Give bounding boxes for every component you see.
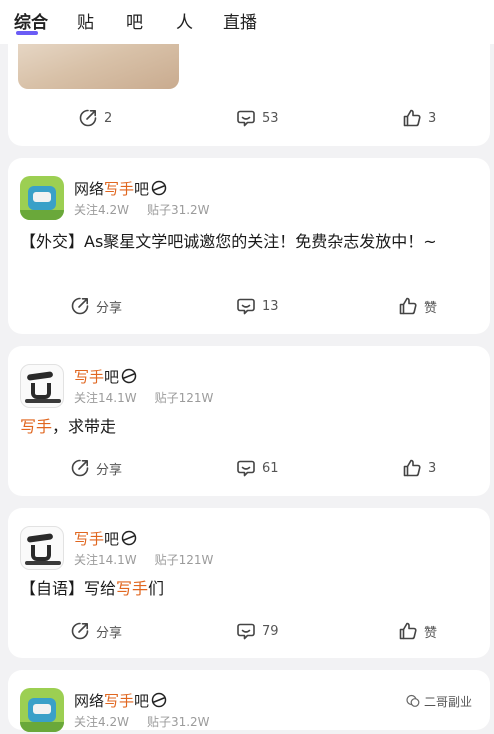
post-content[interactable]: 【外交】As聚星文学吧诚邀您的关注！免费杂志发放中！~ <box>20 229 478 255</box>
bar-name-suffix: 吧 <box>134 692 150 710</box>
content-text-end: 们 <box>148 579 165 598</box>
post-actions: 分享 79 赞 <box>8 619 490 643</box>
content-text: 【自语】写给 <box>20 579 117 598</box>
tab-live[interactable]: 直播 <box>223 8 257 33</box>
post-count: 贴子121W <box>154 553 214 567</box>
like-count: 3 <box>428 460 437 476</box>
like-label: 赞 <box>424 300 438 316</box>
post-card[interactable]: 写手吧 关注14.1W 贴子121W 写手，求带走 分享 61 3 <box>8 346 490 496</box>
share-icon <box>70 458 90 478</box>
comment-button[interactable]: 13 <box>236 294 279 318</box>
active-tab-indicator <box>16 31 38 35</box>
watermark-text: 二哥副业 <box>424 694 473 709</box>
follower-count: 关注4.2W <box>74 203 129 217</box>
verified-icon <box>121 368 137 384</box>
thumbs-up-icon <box>398 296 418 316</box>
content-highlight: 写手 <box>116 579 149 598</box>
watermark: 二哥副业 <box>400 690 479 712</box>
bar-stats: 关注14.1W 贴子121W <box>74 389 213 406</box>
content-highlight: 写手 <box>20 417 53 436</box>
tab-comprehensive[interactable]: 综合 <box>14 8 48 33</box>
post-actions: 分享 61 3 <box>8 456 490 480</box>
wechat-icon <box>406 694 420 707</box>
post-count: 贴子31.2W <box>146 715 210 729</box>
like-button[interactable]: 3 <box>402 456 436 480</box>
comment-icon <box>236 458 256 478</box>
verified-icon <box>121 530 137 546</box>
share-icon <box>78 108 98 128</box>
bar-name-prefix: 网络 <box>74 692 105 710</box>
comment-count: 61 <box>262 460 279 476</box>
bar-avatar[interactable] <box>20 526 64 570</box>
bar-name-highlight: 写手 <box>104 180 135 198</box>
tab-posts[interactable]: 贴 <box>77 8 94 33</box>
verified-icon <box>151 692 167 708</box>
tab-bars[interactable]: 吧 <box>126 8 143 33</box>
post-count: 贴子121W <box>154 391 214 405</box>
comment-count: 79 <box>262 623 279 639</box>
content-text: ，求带走 <box>52 417 117 436</box>
thumbs-up-icon <box>402 458 422 478</box>
bar-stats: 关注14.1W 贴子121W <box>74 551 213 568</box>
bar-stats: 关注4.2W 贴子31.2W <box>74 201 210 218</box>
post-card[interactable]: 写手吧 关注14.1W 贴子121W 【自语】写给写手们 分享 79 赞 <box>8 508 490 658</box>
bar-name-highlight: 写手 <box>74 368 105 386</box>
like-button[interactable]: 3 <box>402 106 436 130</box>
share-button[interactable]: 分享 <box>70 294 122 318</box>
bar-name-suffix: 吧 <box>134 180 150 198</box>
bar-name[interactable]: 写手吧 <box>74 528 137 549</box>
post-count: 贴子31.2W <box>146 203 210 217</box>
thumbs-up-icon <box>398 621 418 641</box>
share-label: 分享 <box>96 625 123 641</box>
comment-button[interactable]: 53 <box>236 106 279 130</box>
tab-people[interactable]: 人 <box>176 8 193 33</box>
comment-icon <box>236 296 256 316</box>
follower-count: 关注14.1W <box>74 553 137 567</box>
post-actions: 2 53 3 <box>8 106 490 130</box>
like-label: 赞 <box>424 625 438 641</box>
like-count: 3 <box>428 110 437 126</box>
thumbs-up-icon <box>402 108 422 128</box>
bar-avatar[interactable] <box>20 364 64 408</box>
bar-name-suffix: 吧 <box>104 530 120 548</box>
share-icon <box>70 621 90 641</box>
post-content[interactable]: 写手，求带走 <box>20 414 478 440</box>
follower-count: 关注4.2W <box>74 715 129 729</box>
comment-button[interactable]: 61 <box>236 456 279 480</box>
comment-icon <box>236 621 256 641</box>
bar-name-highlight: 写手 <box>104 692 135 710</box>
bar-name[interactable]: 网络写手吧 <box>74 178 167 199</box>
verified-icon <box>151 180 167 196</box>
share-icon <box>70 296 90 316</box>
post-card[interactable]: 网络写手吧 关注4.2W 贴子31.2W 【外交】As聚星文学吧诚邀您的关注！免费… <box>8 158 490 334</box>
like-button[interactable]: 赞 <box>398 294 437 318</box>
share-button[interactable]: 分享 <box>70 456 122 480</box>
share-label: 分享 <box>96 300 123 316</box>
bar-name[interactable]: 网络写手吧 <box>74 690 167 711</box>
like-button[interactable]: 赞 <box>398 619 437 643</box>
post-image[interactable] <box>18 44 179 89</box>
comment-button[interactable]: 79 <box>236 619 279 643</box>
bar-avatar[interactable] <box>20 688 64 732</box>
post-card[interactable]: 2 53 3 <box>8 30 490 146</box>
share-button[interactable]: 2 <box>78 106 112 130</box>
top-tab-bar: 综合 贴 吧 人 直播 <box>0 0 494 44</box>
bar-name-suffix: 吧 <box>104 368 120 386</box>
bar-name-highlight: 写手 <box>74 530 105 548</box>
bar-avatar[interactable] <box>20 176 64 220</box>
bar-name-prefix: 网络 <box>74 180 105 198</box>
follower-count: 关注14.1W <box>74 391 137 405</box>
comment-icon <box>236 108 256 128</box>
comment-count: 13 <box>262 298 279 314</box>
comment-count: 53 <box>262 110 279 126</box>
bar-name[interactable]: 写手吧 <box>74 366 137 387</box>
post-actions: 分享 13 赞 <box>8 294 490 318</box>
post-content[interactable]: 【自语】写给写手们 <box>20 576 478 602</box>
share-count: 2 <box>104 110 113 126</box>
share-button[interactable]: 分享 <box>70 619 122 643</box>
share-label: 分享 <box>96 462 123 478</box>
